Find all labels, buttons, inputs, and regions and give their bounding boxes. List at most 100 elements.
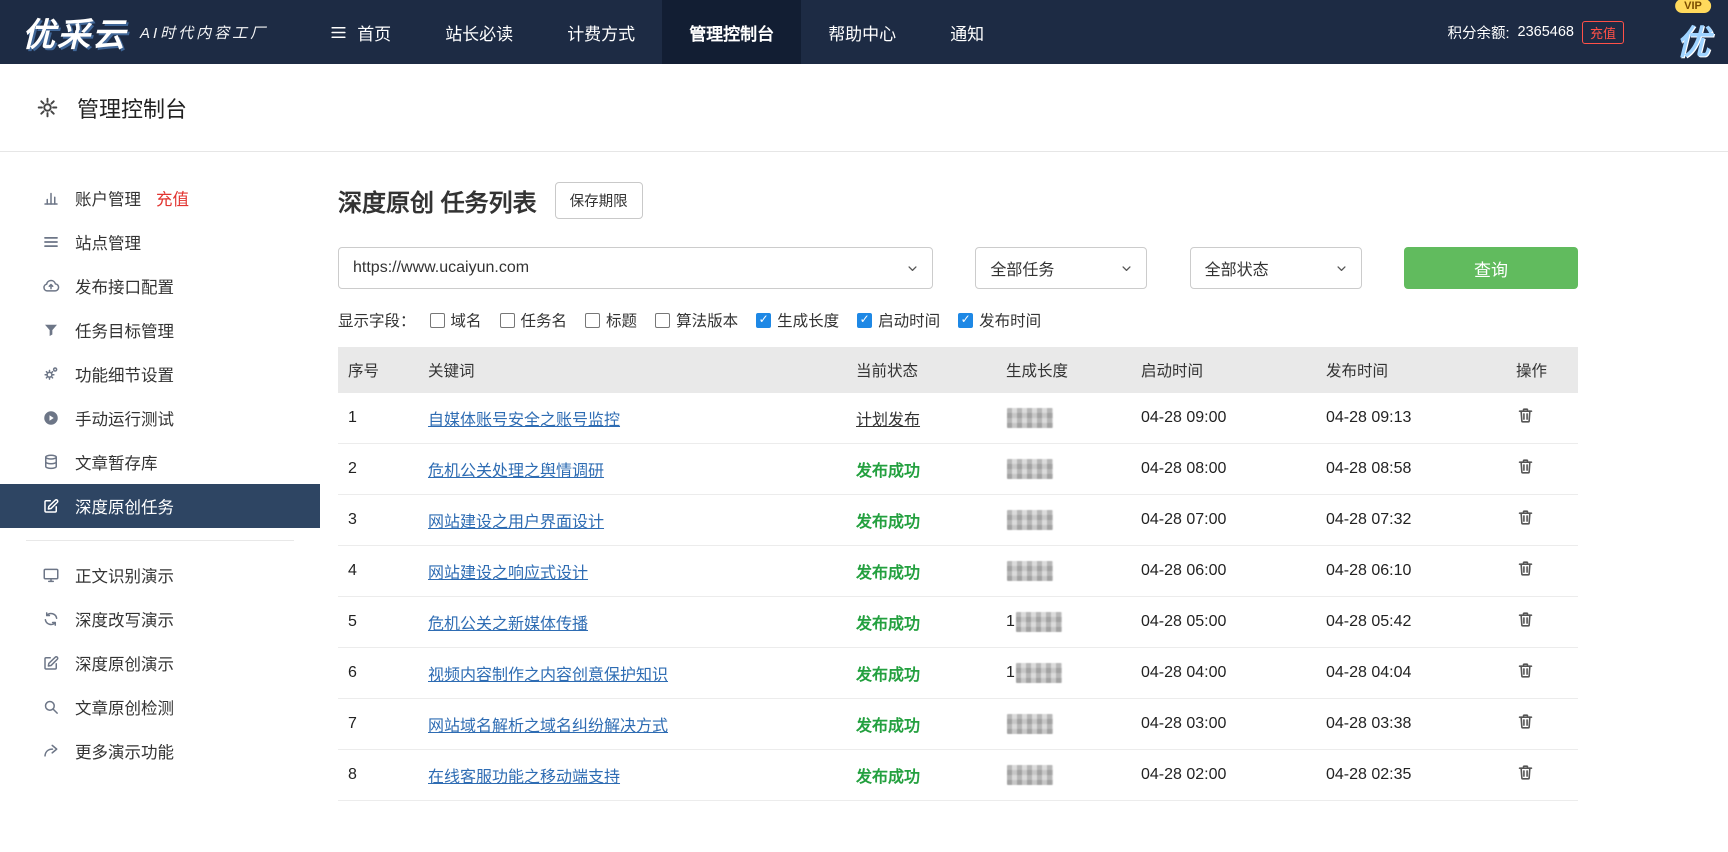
delete-button[interactable] (1516, 508, 1535, 527)
sidebar-item-items-0[interactable]: 账户管理 充值 (0, 176, 320, 220)
nav-item-0[interactable]: 首页 (302, 0, 418, 64)
keyword-link[interactable]: 网站建设之响应式设计 (428, 565, 588, 582)
domain-select[interactable]: https://www.ucaiyun.com (338, 247, 933, 289)
checkbox-label: 生成长度 (777, 313, 840, 330)
row-index: 5 (338, 596, 418, 648)
points-value: 2365468 (1517, 24, 1574, 40)
table-row: 8 在线客服功能之移动端支持 发布成功 04-28 02:00 04-28 02… (338, 749, 1578, 801)
section-title-row: 深度原创 任务列表 保存期限 (338, 182, 1578, 219)
delete-button[interactable] (1516, 712, 1535, 731)
task-type-select[interactable]: 全部任务 (975, 247, 1148, 289)
table-header-row: 序号 关键词 当前状态 生成长度 启动时间 发布时间 操作 (338, 347, 1578, 393)
publish-time: 04-28 02:35 (1316, 749, 1506, 801)
bar-chart-icon (42, 189, 60, 207)
delete-button[interactable] (1516, 559, 1535, 578)
sidebar-item-demo_items-2[interactable]: 深度原创演示 (0, 641, 320, 685)
nav-item-5[interactable]: 通知 (923, 0, 1011, 64)
delete-button[interactable] (1516, 457, 1535, 476)
trash-icon (1516, 457, 1535, 476)
query-button[interactable]: 查询 (1403, 247, 1578, 289)
page-title: 管理控制台 (77, 96, 188, 122)
publish-time: 04-28 08:58 (1316, 443, 1506, 495)
save-period-button[interactable]: 保存期限 (554, 182, 643, 219)
filter-icon (42, 321, 60, 339)
delete-button[interactable] (1516, 406, 1535, 425)
sidebar-item-items-2[interactable]: 发布接口配置 (0, 264, 320, 308)
col-header-4: 启动时间 (1141, 363, 1204, 380)
length-visible-digits: 1 (1006, 664, 1015, 682)
nav-item-2[interactable]: 计费方式 (540, 0, 662, 64)
nav-item-label: 站长必读 (445, 24, 514, 44)
status-select[interactable]: 全部状态 (1189, 247, 1362, 289)
sidebar-divider (26, 540, 294, 541)
keyword-link[interactable]: 在线客服功能之移动端支持 (428, 769, 620, 786)
checkbox-label: 算法版本 (676, 313, 739, 330)
logo[interactable]: 优采云 AI时代内容工厂 (22, 0, 268, 64)
sidebar-item-items-3[interactable]: 任务目标管理 (0, 308, 320, 352)
masked-value (1007, 561, 1053, 581)
table-row: 5 危机公关之新媒体传播 发布成功 1 04-28 05:00 04-28 05… (338, 596, 1578, 648)
start-time: 04-28 06:00 (1131, 545, 1316, 597)
keyword-link[interactable]: 网站建设之用户界面设计 (428, 514, 604, 531)
vip-widget[interactable]: VIP 优 (1664, 0, 1722, 64)
sidebar-item-items-1[interactable]: 站点管理 (0, 220, 320, 264)
sidebar-item-demo_items-0[interactable]: 正文识别演示 (0, 553, 320, 597)
keyword-link[interactable]: 危机公关处理之舆情调研 (428, 463, 604, 480)
sidebar-item-demo_items-3[interactable]: 文章原创检测 (0, 685, 320, 729)
edit-icon (42, 497, 60, 515)
masked-value (1007, 510, 1053, 530)
keyword-link[interactable]: 自媒体账号安全之账号监控 (428, 412, 620, 429)
chevron-down-icon (1334, 261, 1349, 276)
display-field-checkbox[interactable]: 标题 (585, 309, 637, 331)
row-index: 8 (338, 749, 418, 801)
points-balance: 积分余额: 2365468 充值 (1448, 0, 1624, 64)
sidebar-item-items-7[interactable]: 深度原创任务 (0, 484, 320, 528)
display-field-checkbox[interactable]: 生成长度 (756, 309, 839, 331)
refresh-icon (42, 610, 60, 628)
display-field-checkbox[interactable]: 发布时间 (958, 309, 1041, 331)
keyword-link[interactable]: 网站域名解析之域名纠纷解决方式 (428, 718, 668, 735)
keyword-link[interactable]: 视频内容制作之内容创意保护知识 (428, 667, 668, 684)
recharge-link[interactable]: 充值 (156, 186, 189, 210)
delete-button[interactable] (1516, 610, 1535, 629)
arrow-right-icon (42, 742, 60, 760)
nav-items: 首页 站长必读 计费方式 管理控制台 帮助中心 通知 (302, 0, 1011, 64)
sidebar-item-items-6[interactable]: 文章暂存库 (0, 440, 320, 484)
table-row: 2 危机公关处理之舆情调研 发布成功 04-28 08:00 04-28 08:… (338, 443, 1578, 495)
display-field-checkbox[interactable]: 任务名 (499, 309, 567, 331)
keyword-link[interactable]: 危机公关之新媒体传播 (428, 616, 588, 633)
sidebar-item-items-5[interactable]: 手动运行测试 (0, 396, 320, 440)
display-field-checkbox[interactable]: 域名 (429, 309, 482, 331)
col-header-3: 生成长度 (1006, 363, 1069, 380)
checkbox-label: 域名 (450, 313, 482, 330)
gears-icon (42, 365, 60, 383)
checkbox-box (655, 312, 671, 328)
sidebar-item-label: 文章暂存库 (75, 455, 158, 473)
filter-row: https://www.ucaiyun.com 全部任务 全部状态 查询 (338, 247, 1578, 289)
trash-icon (1516, 406, 1535, 425)
publish-time: 04-28 06:10 (1316, 545, 1506, 597)
status-text[interactable]: 计划发布 (856, 412, 920, 429)
trash-icon (1516, 661, 1535, 680)
sidebar-item-demo_items-4[interactable]: 更多演示功能 (0, 729, 320, 773)
nav-item-1[interactable]: 站长必读 (418, 0, 540, 64)
masked-value (1015, 612, 1062, 632)
col-header-5: 发布时间 (1326, 363, 1389, 380)
recharge-badge[interactable]: 充值 (1581, 20, 1624, 44)
nav-item-4[interactable]: 帮助中心 (801, 0, 923, 64)
display-field-checkbox[interactable]: 启动时间 (857, 309, 940, 331)
edit-icon (42, 654, 60, 672)
sidebar-item-demo_items-1[interactable]: 深度改写演示 (0, 597, 320, 641)
delete-button[interactable] (1516, 763, 1535, 782)
nav-item-label: 帮助中心 (828, 24, 897, 44)
domain-select-value: https://www.ucaiyun.com (353, 259, 530, 276)
display-field-checkbox[interactable]: 算法版本 (655, 309, 738, 331)
sidebar-item-items-4[interactable]: 功能细节设置 (0, 352, 320, 396)
sidebar-item-label: 任务目标管理 (75, 323, 174, 341)
row-index: 1 (338, 393, 418, 444)
delete-button[interactable] (1516, 661, 1535, 680)
generation-length-cell (996, 494, 1131, 546)
chevron-down-icon (1119, 261, 1134, 276)
nav-item-3[interactable]: 管理控制台 (662, 0, 802, 64)
sidebar-item-label: 发布接口配置 (75, 279, 174, 297)
